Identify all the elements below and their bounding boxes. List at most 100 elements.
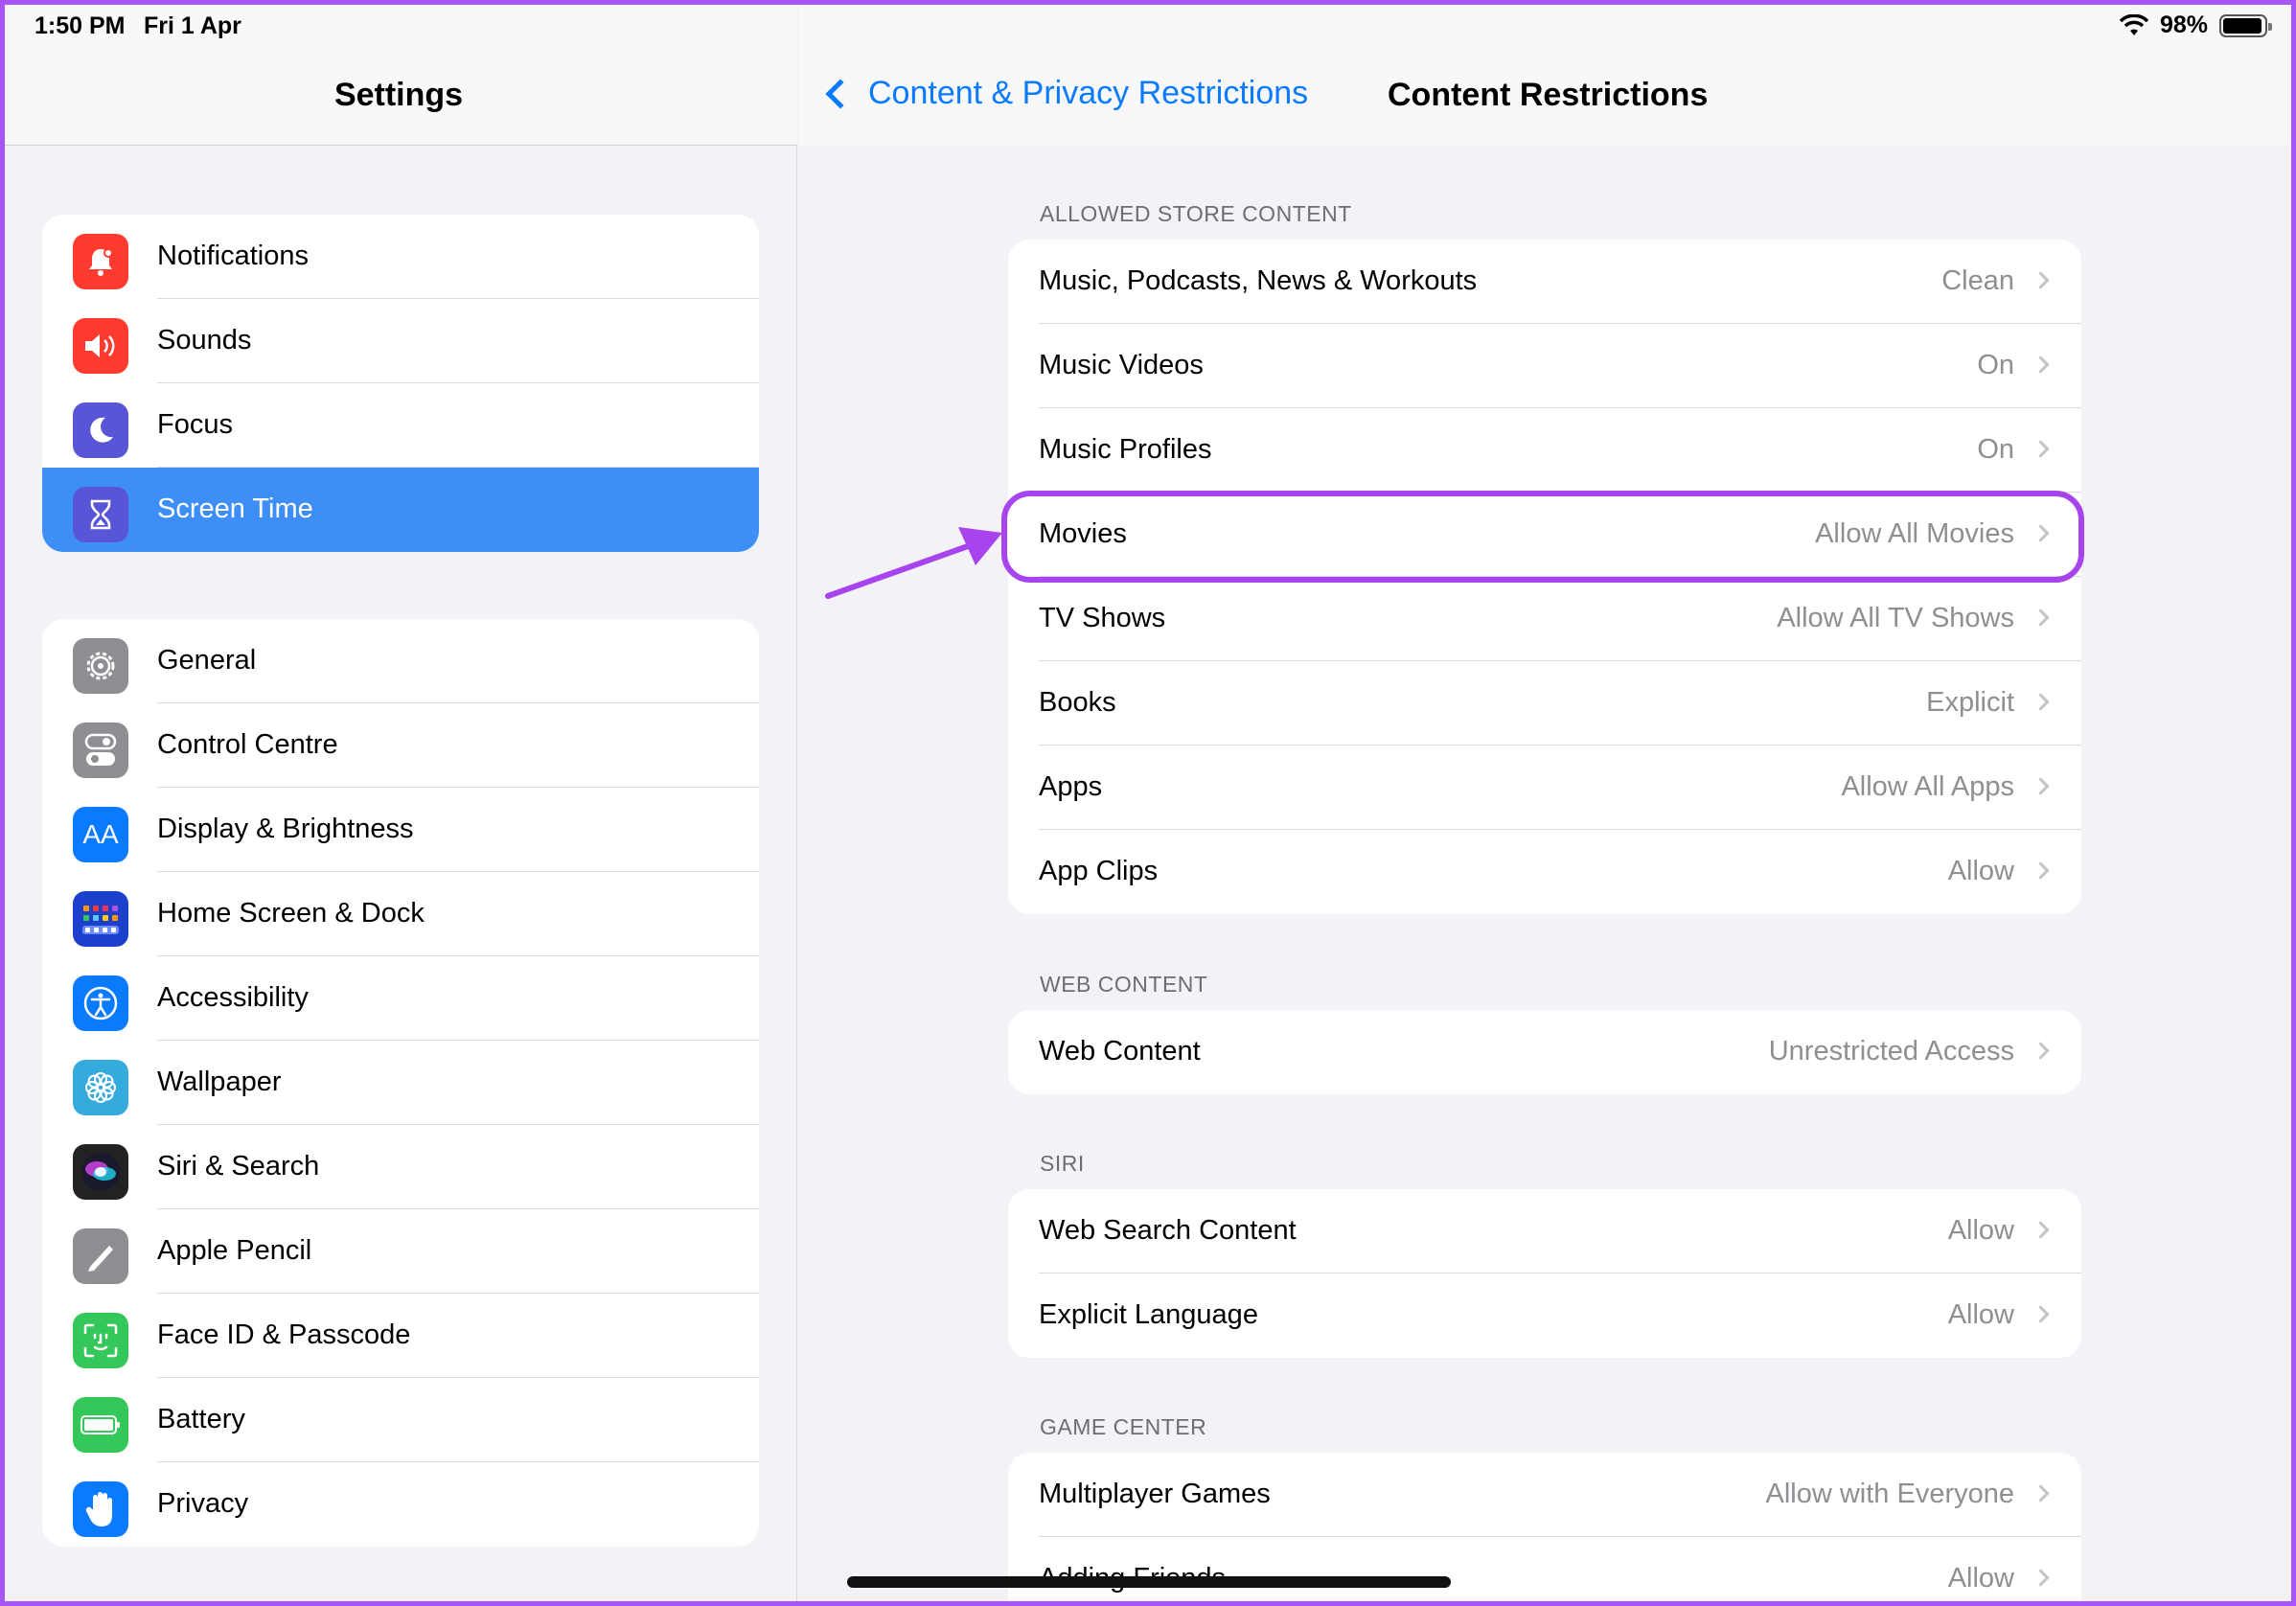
home-indicator[interactable]	[847, 1576, 1451, 1588]
row-label: Apps	[1039, 771, 1103, 802]
chevron-left-icon	[825, 78, 856, 109]
row-value: Allow	[1947, 1215, 2014, 1246]
chevron-right-icon	[2032, 693, 2050, 711]
hand-icon	[73, 1481, 128, 1537]
row-music-podcasts[interactable]: Music, Podcasts, News & Workouts Clean	[1008, 240, 2081, 324]
row-label: TV Shows	[1039, 603, 1166, 633]
row-apps[interactable]: Apps Allow All Apps	[1008, 746, 2081, 830]
sidebar-item-siri-search[interactable]: Siri & Search	[42, 1125, 759, 1209]
sidebar-item-label: Wallpaper	[157, 1067, 282, 1097]
back-button[interactable]: Content & Privacy Restrictions	[822, 75, 1308, 112]
row-app-clips[interactable]: App Clips Allow	[1008, 830, 2081, 914]
row-multiplayer-games[interactable]: Multiplayer Games Allow with Everyone	[1008, 1453, 2081, 1537]
row-label: App Clips	[1039, 856, 1159, 886]
chevron-right-icon	[2032, 1569, 2050, 1587]
row-music-videos[interactable]: Music Videos On	[1008, 324, 2081, 408]
chevron-right-icon	[2032, 440, 2050, 458]
speaker-icon	[73, 318, 128, 374]
sidebar-item-sounds[interactable]: Sounds	[42, 299, 759, 383]
toggles-icon	[73, 723, 128, 778]
row-tv-shows[interactable]: TV Shows Allow All TV Shows	[1008, 577, 2081, 661]
sidebar-item-battery[interactable]: Battery	[42, 1378, 759, 1462]
chevron-right-icon	[2032, 1042, 2050, 1060]
sidebar-item-label: Privacy	[157, 1488, 249, 1519]
row-label: Books	[1039, 687, 1116, 718]
row-value: Clean	[1941, 265, 2014, 296]
movies-highlight-annotation	[1001, 491, 2084, 583]
chevron-right-icon	[2032, 271, 2050, 289]
wifi-icon	[2119, 13, 2148, 35]
row-label: Explicit Language	[1039, 1299, 1258, 1330]
sidebar-item-display-brightness[interactable]: AA Display & Brightness	[42, 788, 759, 872]
row-value: Explicit	[1926, 687, 2014, 718]
section-title-game-center: GAME CENTER	[1040, 1414, 1207, 1439]
row-web-search-content[interactable]: Web Search Content Allow	[1008, 1189, 2081, 1273]
chevron-right-icon	[2032, 1221, 2050, 1239]
row-adding-friends[interactable]: Adding Friends Allow	[1008, 1537, 2081, 1606]
sidebar-item-wallpaper[interactable]: Wallpaper	[42, 1041, 759, 1125]
siri-icon	[73, 1144, 128, 1200]
row-label: Web Content	[1039, 1036, 1201, 1067]
chevron-right-icon	[2032, 608, 2050, 627]
moon-icon	[73, 402, 128, 458]
row-music-profiles[interactable]: Music Profiles On	[1008, 408, 2081, 493]
sidebar-item-focus[interactable]: Focus	[42, 383, 759, 468]
row-value: Allow	[1947, 856, 2014, 886]
row-value: Unrestricted Access	[1768, 1036, 2014, 1067]
chevron-right-icon	[2032, 1305, 2050, 1323]
sidebar-item-accessibility[interactable]: Accessibility	[42, 956, 759, 1041]
flower-icon	[73, 1060, 128, 1115]
sidebar-item-label: Apple Pencil	[157, 1235, 312, 1266]
sidebar-item-label: Screen Time	[157, 493, 313, 524]
battery-icon	[73, 1397, 128, 1453]
sidebar-item-label: Display & Brightness	[157, 814, 414, 844]
app-grid-icon	[73, 891, 128, 947]
page-title: Content Restrictions	[1388, 77, 1709, 113]
section-title-siri: SIRI	[1040, 1151, 1085, 1176]
status-bar: 1:50 PM Fri 1 Apr 98%	[0, 0, 2296, 54]
sidebar-item-screen-time[interactable]: Screen Time	[42, 468, 759, 552]
row-value: On	[1977, 350, 2014, 380]
sidebar-item-notifications[interactable]: Notifications	[42, 215, 759, 299]
row-value: Allow with Everyone	[1765, 1479, 2015, 1509]
siri-group: Web Search Content Allow Explicit Langua…	[1008, 1189, 2081, 1358]
status-right: 98%	[2119, 11, 2272, 39]
status-battery-icon	[2219, 13, 2272, 37]
row-explicit-language[interactable]: Explicit Language Allow	[1008, 1273, 2081, 1358]
pencil-icon	[73, 1228, 128, 1284]
chevron-right-icon	[2032, 356, 2050, 374]
row-value: Allow	[1947, 1563, 2014, 1594]
chevron-right-icon	[2032, 861, 2050, 880]
settings-group-2: General Control Centre AA Display & Brig…	[42, 619, 759, 1547]
chevron-right-icon	[2032, 777, 2050, 795]
sidebar-item-face-id-passcode[interactable]: Face ID & Passcode	[42, 1294, 759, 1378]
row-label: Music Profiles	[1039, 434, 1212, 465]
row-value: Allow All TV Shows	[1777, 603, 2014, 633]
settings-group-1: Notifications Sounds Focus Screen Time	[42, 215, 759, 552]
sidebar-item-apple-pencil[interactable]: Apple Pencil	[42, 1209, 759, 1294]
sidebar-item-label: Accessibility	[157, 982, 309, 1013]
row-books[interactable]: Books Explicit	[1008, 661, 2081, 746]
row-label: Web Search Content	[1039, 1215, 1297, 1246]
sidebar-item-label: General	[157, 645, 257, 676]
sidebar-item-label: Siri & Search	[157, 1151, 320, 1182]
sidebar-item-label: Control Centre	[157, 729, 338, 760]
sidebar-item-home-screen-dock[interactable]: Home Screen & Dock	[42, 872, 759, 956]
battery-percentage: 98%	[2159, 11, 2208, 38]
sidebar-item-label: Focus	[157, 409, 233, 440]
row-value: Allow	[1947, 1299, 2014, 1330]
row-web-content[interactable]: Web Content Unrestricted Access	[1008, 1010, 2081, 1094]
row-label: Multiplayer Games	[1039, 1479, 1271, 1509]
sidebar-item-privacy[interactable]: Privacy	[42, 1462, 759, 1547]
bell-icon	[73, 234, 128, 289]
gear-icon	[73, 638, 128, 694]
status-time: 1:50 PM	[34, 12, 126, 39]
section-title-web-content: WEB CONTENT	[1040, 972, 1208, 997]
row-value: On	[1977, 434, 2014, 465]
hourglass-icon	[73, 487, 128, 542]
annotation-arrow-icon	[825, 527, 1002, 599]
sidebar-item-control-centre[interactable]: Control Centre	[42, 703, 759, 788]
chevron-right-icon	[2032, 1484, 2050, 1503]
sidebar-item-general[interactable]: General	[42, 619, 759, 703]
back-label: Content & Privacy Restrictions	[868, 75, 1309, 111]
